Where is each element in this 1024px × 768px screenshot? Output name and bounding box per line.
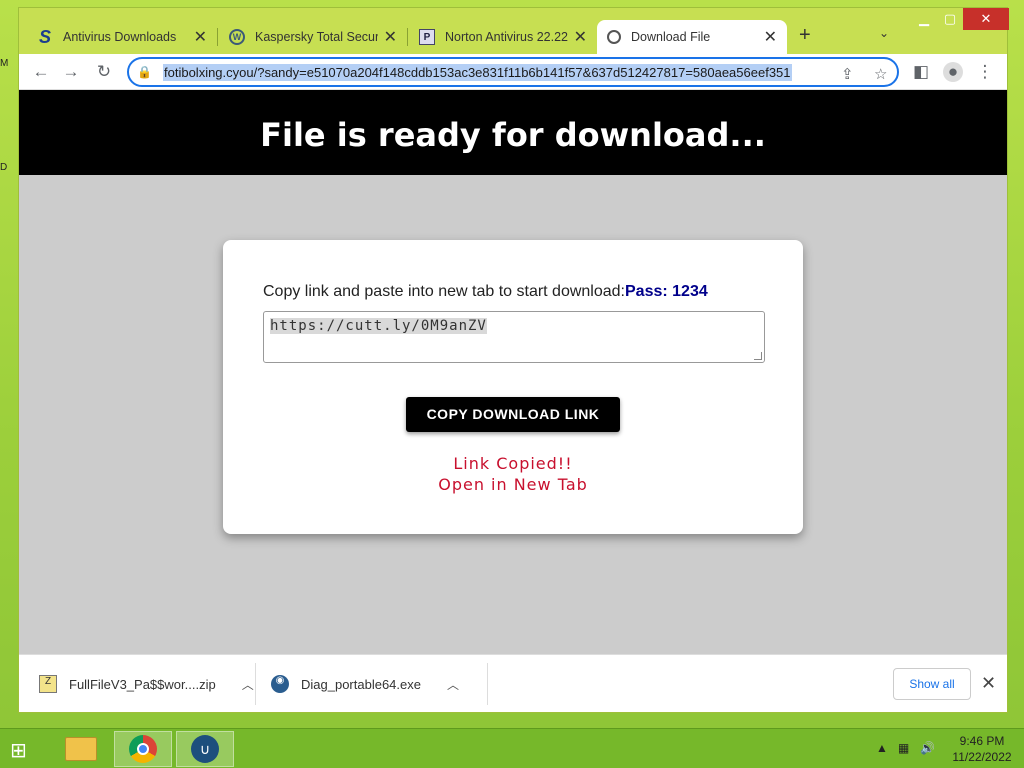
chevron-up-icon[interactable]: ︿ [242, 676, 254, 693]
desktop-icon-fragment[interactable]: M [0, 58, 8, 69]
download-separator [487, 663, 488, 705]
new-tab-icon[interactable]: + [799, 24, 811, 47]
tab-title: Antivirus Downloads [63, 30, 177, 44]
file-explorer-icon[interactable] [52, 731, 110, 767]
tab-download-file[interactable]: Download File ✕ [597, 20, 787, 54]
link-value: https://cutt.ly/0M9anZV [270, 318, 487, 334]
minimize-icon[interactable]: ▁ [911, 8, 937, 30]
menu-icon[interactable]: ⋮ [975, 62, 995, 82]
instruction-text: Copy link and paste into new tab to star… [263, 283, 708, 301]
s-icon: S [38, 26, 51, 47]
close-tab-icon[interactable]: ✕ [194, 27, 207, 47]
forward-icon[interactable]: → [61, 62, 81, 82]
close-tab-icon[interactable]: ✕ [574, 27, 587, 47]
diag-app-icon[interactable]: ∪ [176, 731, 234, 767]
download-filename: Diag_portable64.exe [301, 676, 421, 692]
tab-antivirus-downloads[interactable]: S Antivirus Downloads ✕ [27, 20, 217, 54]
network-icon[interactable]: ▦ [898, 741, 909, 755]
tab-norton[interactable]: P Norton Antivirus 22.22. ✕ [409, 20, 597, 54]
share-icon[interactable]: ⇪ [841, 65, 854, 83]
browser-window: S Antivirus Downloads ✕ W Kaspersky Tota… [18, 7, 1009, 713]
download-item[interactable]: ◉ Diag_portable64.exe ︿ [271, 655, 487, 713]
chevron-up-icon[interactable]: ︿ [447, 676, 459, 693]
zip-icon: Z [39, 675, 57, 693]
url-text[interactable]: fotibolxing.cyou/?sandy=e51070a204f148cd… [163, 63, 792, 81]
side-panel-icon[interactable]: ◧ [911, 62, 931, 82]
desktop-icon-fragment[interactable]: D [0, 162, 8, 173]
download-card: Copy link and paste into new tab to star… [223, 240, 803, 534]
back-icon[interactable]: ← [31, 62, 51, 82]
open-new-tab-text: Open in New Tab [438, 475, 588, 494]
tab-strip: S Antivirus Downloads ✕ W Kaspersky Tota… [19, 8, 1009, 54]
tab-search-chevron-icon[interactable]: ⌄ [879, 26, 889, 40]
link-copied-status: Link Copied!! [453, 454, 573, 473]
profile-icon[interactable]: ● [943, 62, 963, 82]
star-icon[interactable]: ☆ [874, 65, 887, 83]
browser-toolbar: ← → ↻ 🔒 fotibolxing.cyou/?sandy=e51070a2… [19, 54, 1007, 90]
download-link-textarea[interactable]: https://cutt.ly/0M9anZV [263, 311, 765, 363]
lock-icon[interactable]: 🔒 [137, 65, 153, 79]
windows-start-icon[interactable]: ⊞ [10, 738, 36, 762]
close-tab-icon[interactable]: ✕ [764, 27, 777, 47]
tab-title: Norton Antivirus 22.22. [445, 30, 568, 44]
taskbar: ⊞ ∪ ▲ ▦ 🔊 9:46 PM 11/22/2022 [0, 728, 1024, 768]
publisher-icon: P [419, 29, 435, 45]
globe-icon [607, 30, 621, 44]
download-item[interactable]: Z FullFileV3_Pa$$wor....zip ︿ [39, 655, 255, 713]
close-tab-icon[interactable]: ✕ [384, 27, 397, 47]
clock[interactable]: 9:46 PM 11/22/2022 [950, 733, 1014, 765]
download-shelf: Z FullFileV3_Pa$$wor....zip ︿ ◉ Diag_por… [19, 654, 1007, 712]
close-shelf-icon[interactable]: ✕ [981, 673, 996, 694]
show-all-button[interactable]: Show all [893, 668, 971, 700]
resize-handle-icon[interactable] [754, 352, 762, 360]
password-label: Pass: 1234 [625, 283, 708, 300]
maximize-icon[interactable]: ▢ [937, 8, 963, 30]
tab-separator [407, 28, 408, 46]
instruction-label: Copy link and paste into new tab to star… [263, 283, 625, 300]
tab-separator [217, 28, 218, 46]
wordpress-icon: W [229, 29, 245, 45]
tab-kaspersky[interactable]: W Kaspersky Total Security ✕ [219, 20, 407, 54]
tab-title: Download File [631, 30, 711, 44]
exe-icon: ◉ [271, 675, 289, 693]
volume-icon[interactable]: 🔊 [920, 741, 935, 755]
clock-time: 9:46 PM [959, 734, 1005, 748]
page-title: File is ready for download... [19, 90, 1007, 175]
chrome-icon[interactable] [114, 731, 172, 767]
copy-download-link-button[interactable]: COPY DOWNLOAD LINK [406, 397, 620, 432]
page-content: File is ready for download... Copy link … [19, 90, 1007, 654]
tab-title: Kaspersky Total Security [255, 30, 378, 44]
clock-date: 11/22/2022 [952, 750, 1012, 764]
download-separator [255, 663, 256, 705]
close-window-icon[interactable]: ✕ [963, 8, 1009, 30]
download-filename: FullFileV3_Pa$$wor....zip [69, 676, 216, 692]
tray-chevron-icon[interactable]: ▲ [876, 741, 888, 755]
reload-icon[interactable]: ↻ [94, 62, 114, 82]
address-bar[interactable]: 🔒 fotibolxing.cyou/?sandy=e51070a204f148… [127, 57, 899, 87]
